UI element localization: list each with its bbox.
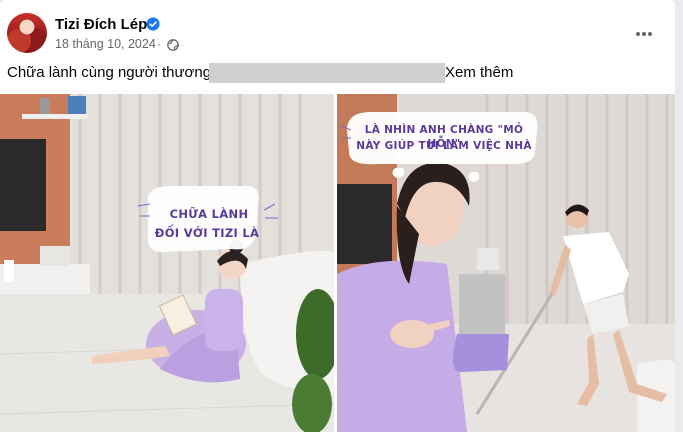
left-bubble-line1: CHỮA LÀNH [169, 207, 249, 221]
verified-badge-icon [146, 17, 160, 31]
post-photo-left[interactable]: CHỮA LÀNH ĐỐI VỚI TIZI LÀ [0, 94, 334, 432]
facebook-post: Tizi Đích Lép 18 tháng 10, 2024 · Chữa l… [0, 0, 675, 432]
post-date[interactable]: 18 tháng 10, 2024 [55, 37, 156, 51]
more-options-icon[interactable] [630, 20, 658, 48]
meta-separator: · [157, 37, 161, 51]
author-name[interactable]: Tizi Đích Lép [55, 16, 147, 33]
redacted-text-block [209, 63, 445, 83]
author-avatar[interactable] [7, 13, 47, 53]
post-photo-right[interactable]: LÀ NHÌN ANH CHÀNG "MỎ HỖN" NÀY GIÚP TUI … [337, 94, 675, 432]
see-more-link[interactable]: Xem thêm [445, 64, 513, 81]
left-bubble-line2: ĐỐI VỚI TIZI LÀ [154, 226, 260, 240]
photo-left-scene [0, 94, 334, 432]
right-bubble-line2: NÀY GIÚP TUI LÀM VIỆC NHÀ [356, 140, 532, 152]
post-caption: Chữa lành cùng người thương [7, 64, 212, 81]
globe-icon[interactable] [167, 39, 179, 51]
